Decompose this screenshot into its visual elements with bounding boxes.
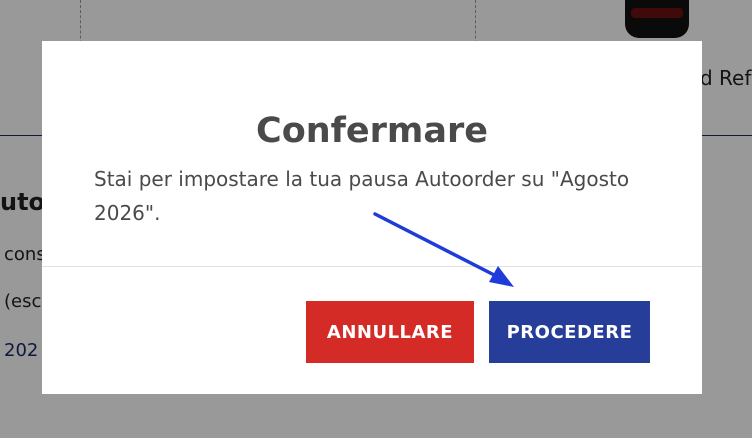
- proceed-button[interactable]: PROCEDERE: [489, 301, 650, 363]
- cancel-button[interactable]: ANNULLARE: [306, 301, 474, 363]
- dialog-separator: [42, 266, 702, 267]
- dialog-message: Stai per impostare la tua pausa Autoorde…: [94, 167, 630, 225]
- dialog-title: Confermare: [256, 111, 488, 151]
- confirm-dialog: Confermare Stai per impostare la tua pau…: [42, 41, 702, 394]
